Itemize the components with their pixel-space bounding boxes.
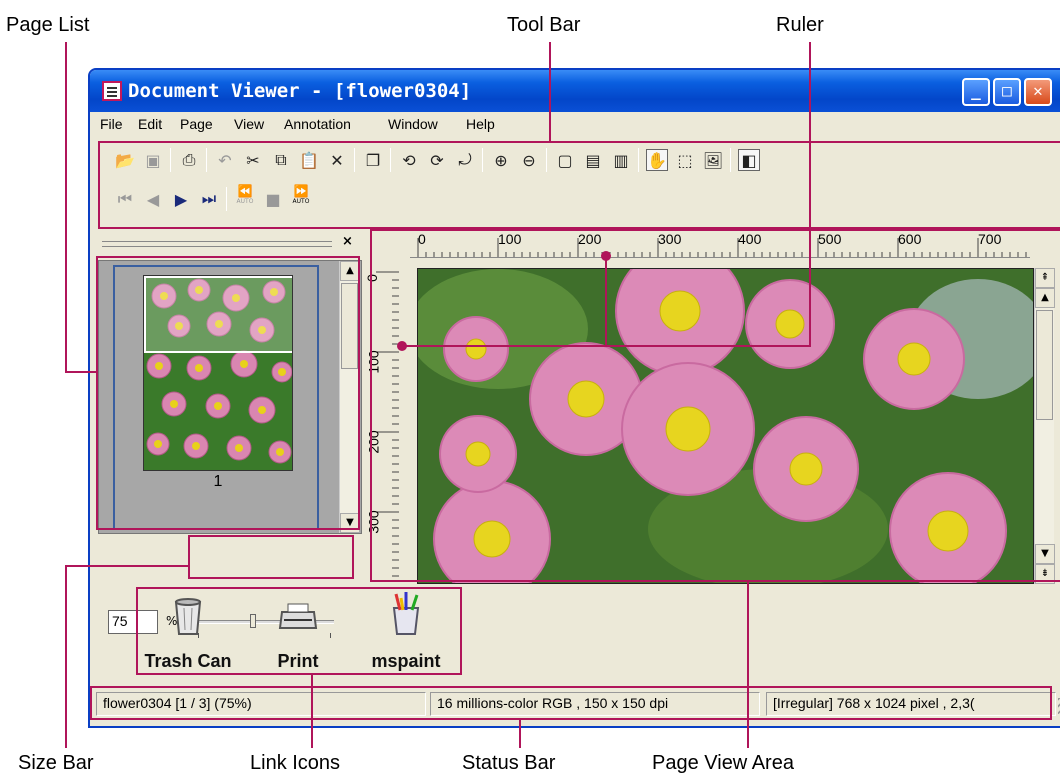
menu-page[interactable]: Page	[180, 116, 213, 132]
menu-file[interactable]: File	[100, 116, 123, 132]
menu-edit[interactable]: Edit	[138, 116, 162, 132]
page-list-header: ×	[98, 234, 362, 252]
frame-link-icons	[136, 587, 462, 675]
frame-page-list	[96, 256, 360, 530]
menu-window[interactable]: Window	[388, 116, 438, 132]
callout-link-icons: Link Icons	[250, 752, 341, 774]
callout-status-bar: Status Bar	[462, 752, 556, 774]
frame-size-bar	[188, 535, 354, 579]
menu-bar: File Edit Page View Annotation Window He…	[90, 112, 1060, 138]
frame-tool-bar	[98, 141, 1060, 229]
menu-help[interactable]: Help	[466, 116, 495, 132]
callout-page-list: Page List	[6, 14, 90, 36]
panel-grip[interactable]	[102, 241, 332, 247]
window-title: Document Viewer - [flower0304]	[128, 80, 472, 102]
title-bar[interactable]: Document Viewer - [flower0304] _ □ ✕	[90, 70, 1060, 112]
app-icon	[102, 81, 122, 101]
callout-tool-bar: Tool Bar	[507, 14, 581, 36]
callout-size-bar: Size Bar	[18, 752, 94, 774]
frame-status-bar	[90, 686, 1052, 720]
close-icon[interactable]: ✕	[1024, 78, 1052, 106]
menu-annotation[interactable]: Annotation	[284, 116, 351, 132]
maximize-icon[interactable]: □	[993, 78, 1021, 106]
menu-view[interactable]: View	[234, 116, 264, 132]
callout-ruler: Ruler	[776, 14, 824, 36]
frame-page-view-area	[370, 229, 1060, 582]
callout-page-view-area: Page View Area	[652, 752, 794, 774]
minimize-icon[interactable]: _	[962, 78, 990, 106]
close-panel-icon[interactable]: ×	[342, 234, 353, 249]
